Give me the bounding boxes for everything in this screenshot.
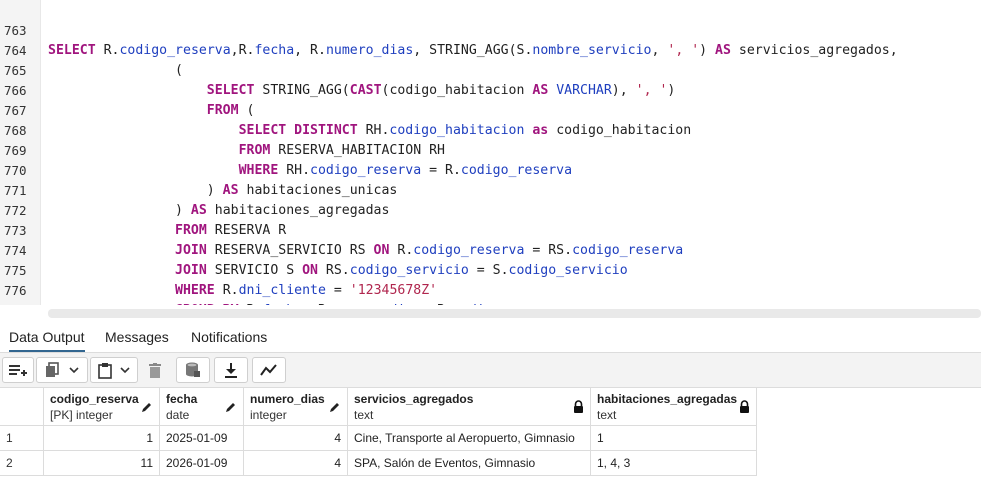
- row-number[interactable]: 1: [0, 426, 44, 451]
- paste-button[interactable]: [90, 357, 138, 383]
- save-data-icon: [185, 362, 201, 378]
- lock-icon: [739, 400, 750, 418]
- delete-icon: [149, 362, 161, 378]
- code-line[interactable]: 765 SELECT STRING_AGG(CAST(codigo_habita…: [0, 41, 981, 98]
- table-cell[interactable]: 4: [244, 451, 348, 476]
- column-type: integer: [250, 408, 287, 422]
- pencil-icon: [329, 400, 341, 418]
- copy-icon: [45, 362, 59, 378]
- table-cell[interactable]: 1: [44, 426, 160, 451]
- graph-icon: [260, 364, 278, 376]
- code-line[interactable]: 773 JOIN RESERVA_SERVICIO RS ON R.codigo…: [0, 201, 981, 258]
- tab-data-output[interactable]: Data Output: [9, 328, 85, 352]
- delete-button[interactable]: [140, 357, 170, 383]
- code-line[interactable]: 767 SELECT DISTINCT RH.codigo_habitacion…: [0, 81, 981, 138]
- graph-visualiser-button[interactable]: [252, 357, 286, 383]
- code-line[interactable]: 768 FROM RESERVA_HABITACION RH: [0, 101, 981, 158]
- column-type: [PK] integer: [50, 408, 113, 422]
- column-name: habitaciones_agregadas: [597, 392, 738, 406]
- table-cell[interactable]: 1, 4, 3: [591, 451, 757, 476]
- table-cell[interactable]: 2026-01-09: [160, 451, 244, 476]
- code-line[interactable]: 766 FROM (: [0, 61, 981, 118]
- download-button[interactable]: [214, 357, 248, 383]
- column-header[interactable]: servicios_agregados text: [348, 388, 591, 426]
- column-type: text: [354, 408, 374, 422]
- column-header[interactable]: codigo_reserva [PK] integer: [44, 388, 160, 426]
- download-icon: [224, 362, 238, 378]
- save-data-button[interactable]: [176, 357, 210, 383]
- code-line[interactable]: 770 ) AS habitaciones_unicas: [0, 141, 981, 198]
- pencil-icon: [225, 400, 237, 418]
- result-tabs: Data Output Messages Notifications: [0, 322, 981, 353]
- table-cell[interactable]: 1: [591, 426, 757, 451]
- table-cell[interactable]: 11: [44, 451, 160, 476]
- column-type: date: [166, 408, 190, 422]
- tab-notifications[interactable]: Notifications: [191, 328, 267, 350]
- table-cell[interactable]: Cine, Transporte al Aeropuerto, Gimnasio: [348, 426, 591, 451]
- pencil-icon: [141, 400, 153, 418]
- code-line[interactable]: 777: [0, 281, 981, 305]
- code-line[interactable]: 774 JOIN SERVICIO S ON RS.codigo_servici…: [0, 221, 981, 278]
- table-cell[interactable]: SPA, Salón de Eventos, Gimnasio: [348, 451, 591, 476]
- add-row-icon: [8, 362, 28, 378]
- column-name: servicios_agregados: [354, 392, 474, 406]
- table-cell[interactable]: 2025-01-09: [160, 426, 244, 451]
- lock-icon: [573, 400, 584, 418]
- column-type: text: [597, 408, 617, 422]
- code-line[interactable]: 772 FROM RESERVA R: [0, 181, 981, 238]
- column-header[interactable]: numero_dias integer: [244, 388, 348, 426]
- tab-messages[interactable]: Messages: [105, 328, 169, 350]
- code-line[interactable]: 776 GROUP BY R.fecha, R.numero_dias, R.c…: [0, 261, 981, 305]
- column-header[interactable]: fecha date: [160, 388, 244, 426]
- column-name: fecha: [166, 392, 198, 406]
- grid-toolbar: [0, 353, 981, 388]
- paste-icon: [98, 362, 112, 379]
- sql-editor[interactable]: 763 SELECT R.codigo_reserva,R.fecha, R.n…: [0, 0, 981, 305]
- code-line[interactable]: 775 WHERE R.dni_cliente = '12345678Z': [0, 241, 981, 298]
- column-name: numero_dias: [250, 392, 325, 406]
- row-number[interactable]: 2: [0, 451, 44, 476]
- table-cell[interactable]: 4: [244, 426, 348, 451]
- column-header[interactable]: habitaciones_agregadas text: [591, 388, 757, 426]
- add-row-button[interactable]: [2, 357, 34, 383]
- line-number: 777: [4, 301, 34, 305]
- chevron-down-icon[interactable]: [120, 366, 130, 374]
- code-line[interactable]: 764 (: [0, 21, 981, 78]
- code-line[interactable]: 771 ) AS habitaciones_agregadas: [0, 161, 981, 218]
- horizontal-scrollbar[interactable]: [48, 309, 981, 318]
- code-line[interactable]: 763 SELECT R.codigo_reserva,R.fecha, R.n…: [0, 1, 981, 58]
- copy-button[interactable]: [36, 357, 88, 383]
- code-line[interactable]: 769 WHERE RH.codigo_reserva = R.codigo_r…: [0, 121, 981, 178]
- chevron-down-icon[interactable]: [69, 366, 79, 374]
- column-name: codigo_reserva: [50, 392, 139, 406]
- row-number-header: [0, 388, 44, 426]
